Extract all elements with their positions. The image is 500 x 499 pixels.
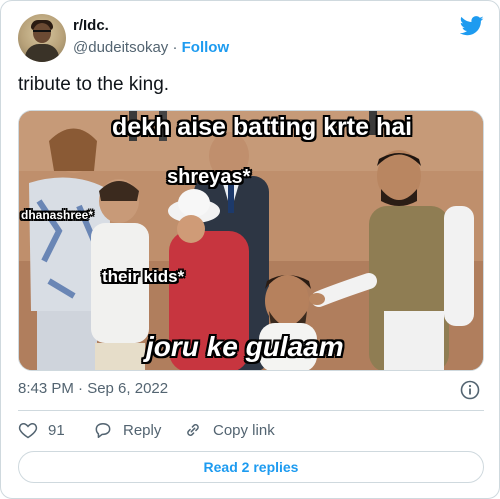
divider (18, 410, 484, 411)
reply-bubble-icon (95, 423, 111, 438)
author-handle[interactable]: @dudeitsokay (73, 39, 168, 56)
tweet-card: r/Idc. @dudeitsokay · Follow tribute to … (0, 0, 500, 499)
author-name[interactable]: r/Idc. (73, 17, 109, 34)
separator-dot: · (172, 39, 178, 56)
copy-link-button[interactable]: Copy link (183, 420, 275, 440)
link-icon (187, 424, 199, 436)
meme-label-dhanashree: dhanashree* (21, 208, 94, 222)
tweet-timestamp[interactable]: 8:43 PM · Sep 6, 2022 (18, 380, 168, 397)
copy-link-label: Copy link (213, 421, 275, 439)
read-replies-button[interactable]: Read 2 replies (18, 451, 484, 483)
like-count: 91 (48, 421, 65, 439)
author-handle-row: @dudeitsokay · Follow (73, 39, 229, 56)
meme-label-kids: their kids* (102, 267, 185, 286)
meme-bottom-caption: joru ke gulaam (146, 331, 344, 362)
twitter-bird-icon[interactable] (460, 16, 484, 36)
reply-button[interactable]: Reply (93, 420, 161, 440)
reply-label: Reply (123, 421, 162, 439)
meme-label-shreyas: shreyas* (167, 166, 251, 188)
meme-top-caption: dekh aise batting krte hai (112, 113, 413, 141)
meme-image[interactable]: dekh aise batting krte hai shreyas* dhan… (18, 110, 484, 371)
like-button[interactable]: 91 (18, 420, 65, 440)
follow-button[interactable]: Follow (182, 39, 230, 56)
info-icon[interactable] (460, 380, 480, 400)
tweet-text: tribute to the king. (18, 74, 170, 95)
tweet-header: r/Idc. @dudeitsokay · Follow (18, 14, 484, 62)
avatar[interactable] (18, 14, 66, 62)
heart-icon (18, 422, 38, 439)
